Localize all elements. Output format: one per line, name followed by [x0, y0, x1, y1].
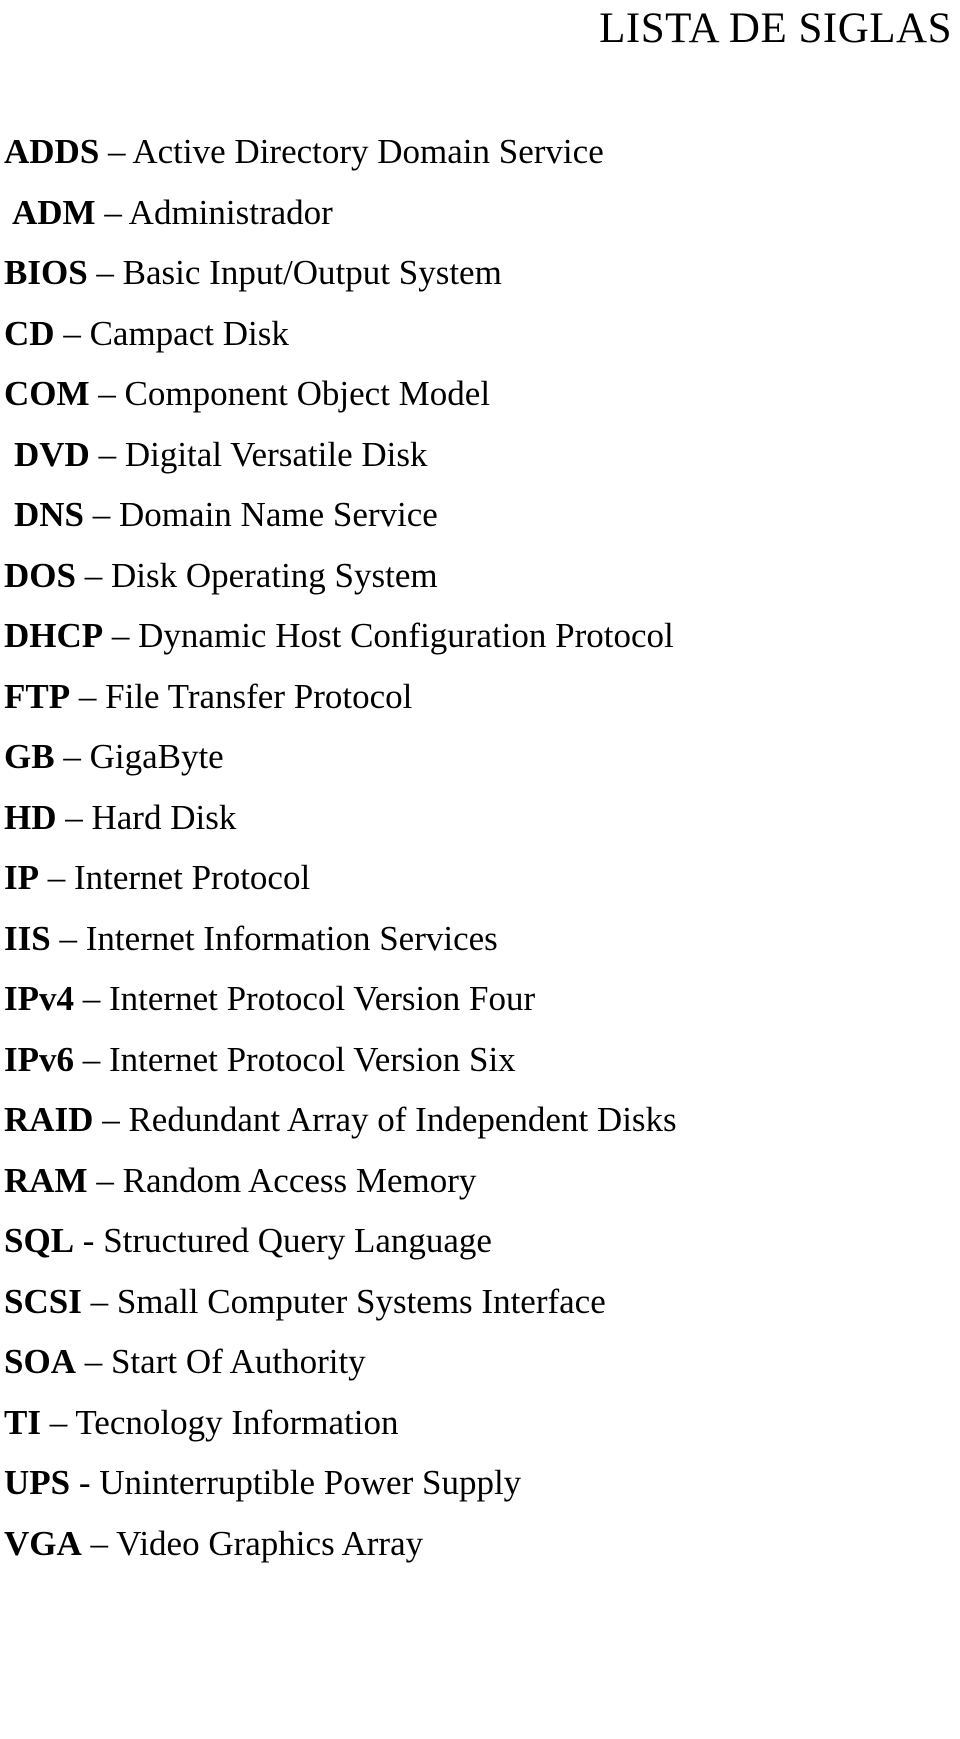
list-item: ADDS – Active Directory Domain Service: [2, 122, 960, 183]
abbreviation-term: SQL: [4, 1221, 75, 1260]
abbreviation-term: DNS: [14, 495, 85, 534]
abbreviation-term: DOS: [4, 555, 76, 595]
abbreviation-definition: Video Graphics Array: [116, 1523, 424, 1563]
abbreviation-definition: Internet Protocol: [74, 858, 311, 897]
abbreviation-term: UPS: [4, 1463, 71, 1502]
abbreviation-separator: –: [96, 1160, 114, 1200]
list-item: RAID – Redundant Array of Independent Di…: [2, 1090, 960, 1151]
abbreviation-separator: -: [78, 1463, 91, 1502]
abbreviation-separator: –: [63, 737, 81, 776]
abbreviation-list: ADDS – Active Directory Domain Service A…: [0, 122, 960, 1574]
list-item: GB – GigaByte: [2, 727, 960, 788]
list-item: SOA – Start Of Authority: [2, 1332, 960, 1393]
abbreviation-separator: –: [98, 434, 117, 474]
abbreviation-definition: Hard Disk: [91, 797, 237, 837]
abbreviation-definition: Internet Information Services: [85, 918, 498, 958]
list-item: BIOS – Basic Input/Output System: [2, 243, 960, 304]
abbreviation-separator: –: [98, 374, 116, 413]
list-item: DVD – Digital Versatile Disk: [2, 425, 960, 486]
page-title: LISTA DE SIGLAS: [599, 5, 952, 52]
abbreviation-definition: Domain Name Service: [119, 495, 438, 534]
abbreviation-definition: Dynamic Host Configuration Protocol: [138, 616, 674, 655]
abbreviation-definition: File Transfer Protocol: [105, 676, 413, 716]
list-item: FTP – File Transfer Protocol: [2, 667, 960, 728]
abbreviation-term: VGA: [4, 1523, 82, 1563]
abbreviation-definition: Structured Query Language: [103, 1221, 492, 1260]
list-item: VGA – Video Graphics Array: [2, 1514, 960, 1575]
abbreviation-term: DVD: [14, 434, 90, 474]
abbreviation-separator: –: [90, 1523, 109, 1563]
abbreviation-term: RAM: [4, 1160, 88, 1200]
abbreviation-definition: Random Access Memory: [122, 1160, 477, 1200]
abbreviation-separator: –: [111, 616, 130, 655]
abbreviation-definition: Internet Protocol Version Six: [109, 1039, 516, 1079]
abbreviation-term: ADDS: [4, 132, 100, 171]
abbreviation-term: IIS: [4, 918, 51, 958]
abbreviation-term: RAID: [4, 1100, 94, 1139]
abbreviation-term: FTP: [4, 676, 71, 716]
abbreviation-definition: Start Of Authority: [110, 1342, 366, 1381]
abbreviation-separator: -: [82, 1221, 95, 1260]
abbreviation-definition: Component Object Model: [124, 374, 491, 413]
abbreviation-term: COM: [4, 374, 90, 413]
abbreviation-definition: Small Computer Systems Interface: [116, 1281, 606, 1321]
abbreviation-definition: GigaByte: [89, 737, 224, 776]
abbreviation-term: HD: [4, 797, 57, 837]
list-item: ADM – Administrador: [2, 183, 960, 244]
abbreviation-definition: Uninterruptible Power Supply: [99, 1463, 522, 1502]
abbreviation-definition: Digital Versatile Disk: [124, 434, 428, 474]
abbreviation-separator: –: [104, 192, 122, 232]
abbreviation-separator: –: [84, 1342, 103, 1381]
abbreviation-separator: –: [96, 253, 114, 292]
abbreviation-definition: Redundant Array of Independent Disks: [128, 1100, 677, 1139]
list-item: CD – Campact Disk: [2, 304, 960, 365]
abbreviation-definition: Disk Operating System: [110, 555, 438, 595]
abbreviation-definition: Basic Input/Output System: [122, 253, 502, 292]
list-item: TI – Tecnology Information: [2, 1393, 960, 1454]
abbreviation-separator: –: [102, 1100, 120, 1139]
abbreviation-term: IPv4: [4, 979, 74, 1018]
abbreviation-separator: –: [59, 918, 77, 958]
list-item: SQL - Structured Query Language: [2, 1211, 960, 1272]
abbreviation-term: DHCP: [4, 616, 104, 655]
list-item: SCSI – Small Computer Systems Interface: [2, 1272, 960, 1333]
abbreviation-separator: –: [92, 495, 111, 534]
abbreviation-definition: Tecnology Information: [75, 1402, 399, 1442]
abbreviation-term: TI: [4, 1402, 41, 1442]
abbreviation-definition: Administrador: [128, 192, 333, 232]
abbreviation-term: CD: [4, 313, 55, 353]
abbreviation-separator: –: [78, 676, 97, 716]
abbreviation-term: SCSI: [4, 1281, 82, 1321]
list-item: RAM – Random Access Memory: [2, 1151, 960, 1212]
abbreviation-separator: –: [90, 1281, 109, 1321]
list-item: COM – Component Object Model: [2, 364, 960, 425]
list-item: IIS – Internet Information Services: [2, 909, 960, 970]
abbreviation-separator: –: [108, 132, 126, 171]
abbreviation-definition: Campact Disk: [89, 313, 289, 353]
list-item: UPS - Uninterruptible Power Supply: [2, 1453, 960, 1514]
abbreviation-separator: –: [65, 797, 83, 837]
list-item: IP – Internet Protocol: [2, 848, 960, 909]
abbreviation-term: GB: [4, 737, 55, 776]
abbreviation-definition: Active Directory Domain Service: [132, 132, 604, 171]
list-item: IPv6 – Internet Protocol Version Six: [2, 1030, 960, 1091]
list-item: DNS – Domain Name Service: [2, 485, 960, 546]
abbreviation-separator: –: [84, 555, 103, 595]
abbreviation-term: IPv6: [4, 1039, 74, 1079]
list-item: HD – Hard Disk: [2, 788, 960, 849]
abbreviation-term: ADM: [12, 192, 96, 232]
abbreviation-term: SOA: [4, 1342, 76, 1381]
abbreviation-separator: –: [82, 979, 101, 1018]
abbreviation-term: IP: [4, 858, 39, 897]
abbreviation-term: BIOS: [4, 253, 88, 292]
list-item: DHCP – Dynamic Host Configuration Protoc…: [2, 606, 960, 667]
document-page: LISTA DE SIGLAS ADDS – Active Directory …: [0, 0, 960, 1739]
list-item: IPv4 – Internet Protocol Version Four: [2, 969, 960, 1030]
abbreviation-definition: Internet Protocol Version Four: [109, 979, 536, 1018]
abbreviation-separator: –: [82, 1039, 101, 1079]
abbreviation-separator: –: [47, 858, 66, 897]
abbreviation-separator: –: [63, 313, 81, 353]
list-item: DOS – Disk Operating System: [2, 546, 960, 607]
abbreviation-separator: –: [49, 1402, 68, 1442]
